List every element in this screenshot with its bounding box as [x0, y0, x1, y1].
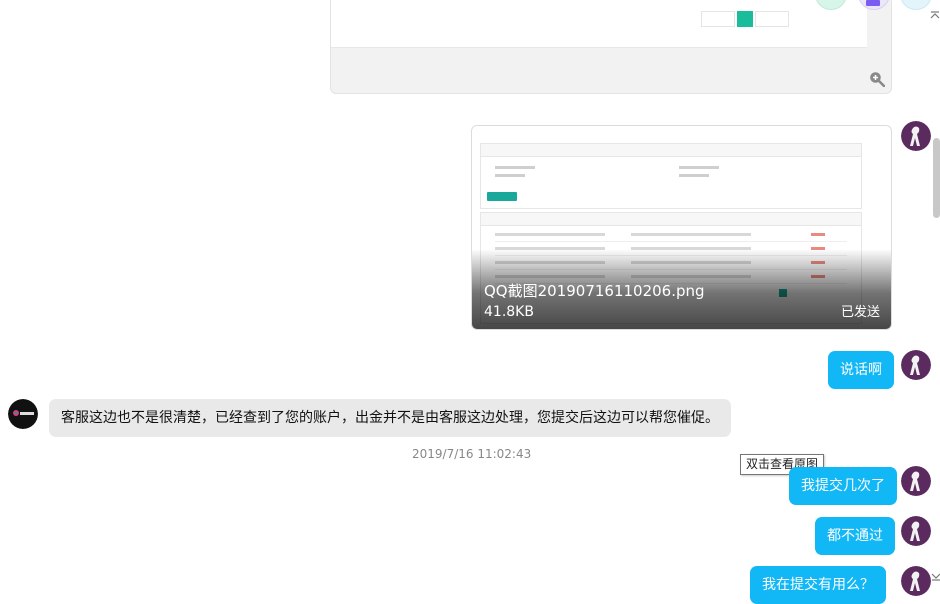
collapse-icon[interactable] [930, 10, 940, 20]
chat-scrollbar-thumb[interactable] [933, 138, 940, 218]
support-agent-avatar[interactable] [8, 399, 38, 429]
zoom-in-icon[interactable] [869, 71, 885, 87]
outgoing-message-bubble[interactable]: 我提交几次了 [789, 467, 897, 505]
more-tools-icon[interactable] [900, 0, 932, 10]
message-timestamp: 2019/7/16 11:02:43 [412, 447, 532, 461]
previous-image-preview [331, 0, 867, 48]
my-avatar[interactable] [901, 350, 931, 380]
previous-image-message[interactable] [330, 0, 892, 94]
image-file-name: QQ截图20190716110206.png [484, 282, 705, 300]
image-send-status: 已发送 [840, 305, 880, 320]
incoming-message-bubble[interactable]: 客服这边也不是很清楚，已经查到了您的账户，出金并不是由客服这边处理，您提交后这边… [49, 399, 731, 437]
image-message[interactable]: QQ截图20190716110206.png 41.8KB 已发送 [471, 125, 892, 330]
outgoing-message-bubble[interactable]: 说话啊 [828, 351, 894, 389]
my-avatar[interactable] [901, 566, 931, 596]
my-avatar[interactable] [901, 516, 931, 546]
outgoing-message-bubble[interactable]: 都不通过 [815, 517, 895, 555]
my-avatar[interactable] [901, 466, 931, 496]
scroll-down-icon[interactable] [931, 572, 940, 582]
outgoing-message-bubble[interactable]: 我在提交有用么？ [750, 566, 886, 604]
image-file-size: 41.8KB [484, 304, 534, 320]
my-avatar[interactable] [901, 121, 931, 151]
